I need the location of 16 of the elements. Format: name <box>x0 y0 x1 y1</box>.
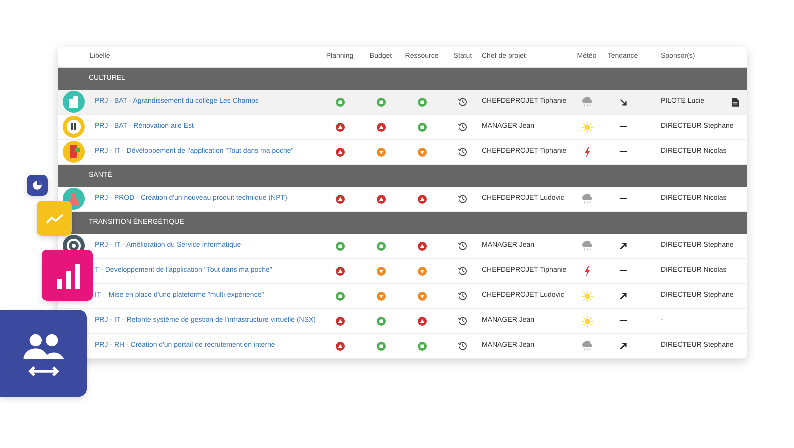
pie-chart-tile[interactable] <box>27 175 48 196</box>
history-icon <box>458 241 468 251</box>
history-icon <box>458 97 468 107</box>
line-chart-icon <box>44 212 64 224</box>
history-icon <box>458 266 468 276</box>
history-icon <box>458 122 468 132</box>
history-icon <box>458 341 468 351</box>
bar-chart-tile[interactable] <box>42 250 93 301</box>
document-icon[interactable] <box>732 98 739 106</box>
history-icon <box>458 291 468 301</box>
line-chart-tile[interactable] <box>37 201 72 236</box>
history-icon <box>458 194 468 204</box>
history-icon <box>458 147 468 157</box>
people-exchange-tile[interactable] <box>0 310 87 397</box>
history-icon <box>458 316 468 326</box>
pie-chart-icon <box>32 180 43 191</box>
